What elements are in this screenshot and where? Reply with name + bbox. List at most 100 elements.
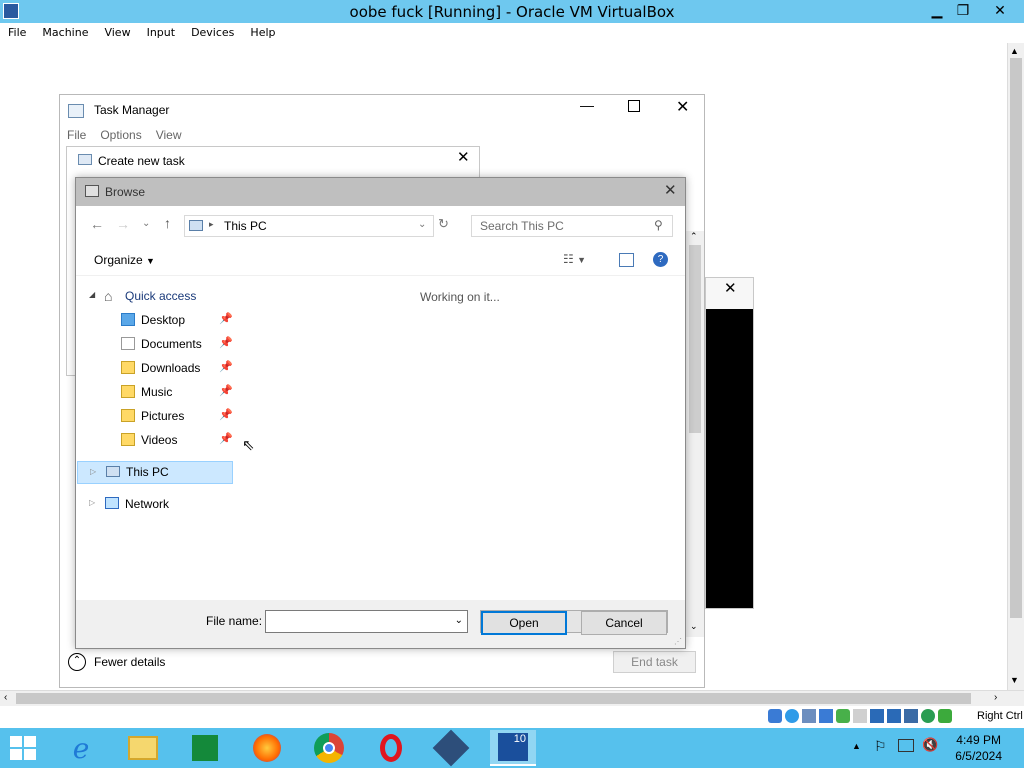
create-task-close-button[interactable]: ✕ xyxy=(457,148,470,166)
scroll-left-icon[interactable]: ‹ xyxy=(4,692,7,703)
up-arrow-icon[interactable]: ↑ xyxy=(164,215,171,231)
scroll-down-icon[interactable]: ▼ xyxy=(1010,675,1019,685)
browse-close-button[interactable]: ✕ xyxy=(664,181,677,199)
end-task-button[interactable]: End task xyxy=(613,651,696,673)
tm-scroll-up-icon[interactable]: ⌃ xyxy=(690,231,698,242)
fewer-details-link[interactable]: Fewer details xyxy=(94,655,165,669)
action-center-flag-icon[interactable]: ⚐ xyxy=(874,738,887,755)
chrome-taskbar-button[interactable] xyxy=(306,730,352,766)
virtualbox-vm-taskbar-button[interactable]: 10 xyxy=(490,730,536,766)
tm-menu-options[interactable]: Options xyxy=(100,128,141,142)
mouse-integration-icon[interactable] xyxy=(921,709,935,723)
internet-explorer-taskbar-button[interactable]: e xyxy=(58,730,104,766)
audio-icon[interactable] xyxy=(802,709,816,723)
opera-taskbar-button[interactable] xyxy=(368,730,414,766)
scroll-right-icon[interactable]: › xyxy=(994,692,997,703)
menu-help[interactable]: Help xyxy=(242,23,283,39)
search-input[interactable]: Search This PC ⚲ xyxy=(471,215,673,237)
clock-time: 4:49 PM xyxy=(956,733,1001,747)
store-taskbar-button[interactable] xyxy=(182,730,228,766)
pin-icon[interactable]: 📌 xyxy=(219,360,233,373)
tm-minimize-button[interactable]: — xyxy=(580,97,594,113)
preview-pane-icon[interactable] xyxy=(619,253,634,267)
tree-this-pc[interactable]: ▷ This PC xyxy=(77,461,233,484)
scroll-up-icon[interactable]: ▲ xyxy=(1010,46,1019,56)
address-dropdown-icon[interactable]: ⌄ xyxy=(418,219,426,230)
tm-scroll-down-icon[interactable]: ⌄ xyxy=(690,621,698,632)
network-status-icon[interactable] xyxy=(898,739,914,752)
pin-icon[interactable]: 📌 xyxy=(219,384,233,397)
file-explorer-taskbar-button[interactable] xyxy=(120,730,166,766)
pin-icon[interactable]: 📌 xyxy=(219,312,233,325)
help-icon[interactable]: ? xyxy=(653,252,668,267)
tm-close-button[interactable]: ✕ xyxy=(676,97,689,117)
tree-downloads[interactable]: Downloads xyxy=(141,358,200,378)
create-task-title: Create new task xyxy=(98,154,185,168)
open-button[interactable]: Open xyxy=(481,611,567,635)
vertical-scrollbar[interactable]: ▲ ▼ xyxy=(1007,43,1024,690)
tm-maximize-button[interactable] xyxy=(628,100,640,112)
restore-button[interactable]: ❐ xyxy=(946,0,980,22)
this-pc-label: This PC xyxy=(126,465,169,479)
organize-button[interactable]: Organize ▼ xyxy=(94,253,155,267)
menu-file[interactable]: File xyxy=(0,23,34,39)
virtualbox-taskbar-button[interactable] xyxy=(428,729,474,767)
search-icon[interactable]: ⚲ xyxy=(654,218,663,232)
menu-view[interactable]: View xyxy=(96,23,138,39)
menu-devices[interactable]: Devices xyxy=(183,23,242,39)
horizontal-scrollbar[interactable]: ‹ › xyxy=(0,690,1024,706)
address-text[interactable]: This PC xyxy=(224,219,267,233)
tm-menu-file[interactable]: File xyxy=(67,128,86,142)
quick-access-expanded-icon[interactable]: ◢ xyxy=(89,290,95,299)
vertical-scroll-thumb[interactable] xyxy=(1010,58,1022,618)
network-adapter-icon[interactable] xyxy=(819,709,833,723)
close-button[interactable]: ✕ xyxy=(976,0,1024,22)
pin-icon[interactable]: 📌 xyxy=(219,408,233,421)
chevron-up-icon[interactable]: ⌃ xyxy=(68,653,86,671)
pin-icon[interactable]: 📌 xyxy=(219,336,233,349)
file-name-input[interactable]: ⌄ xyxy=(265,610,468,633)
display-icon[interactable] xyxy=(870,709,884,723)
keyboard-icon[interactable] xyxy=(938,709,952,723)
forward-arrow-icon[interactable]: → xyxy=(116,216,130,232)
recent-locations-chevron-icon[interactable]: ⌄ xyxy=(142,218,150,229)
change-view-icon[interactable]: ☷ ▼ xyxy=(563,252,586,266)
show-hidden-icons-icon[interactable]: ▲ xyxy=(852,741,861,751)
cancel-button[interactable]: Cancel xyxy=(581,611,667,635)
refresh-icon[interactable]: ↻ xyxy=(438,216,458,238)
console-close-button[interactable]: ✕ xyxy=(724,279,737,297)
address-bar[interactable]: ▸ This PC ⌄ xyxy=(184,215,434,237)
start-button[interactable] xyxy=(0,730,46,766)
volume-muted-icon[interactable]: 🔇 xyxy=(922,737,938,753)
tree-quick-access[interactable]: Quick access xyxy=(125,286,196,306)
recording-icon[interactable] xyxy=(887,709,901,723)
firefox-taskbar-button[interactable] xyxy=(244,730,290,766)
network-collapsed-icon[interactable]: ▷ xyxy=(89,498,95,507)
tm-scrollbar[interactable]: ⌃ ⌄ xyxy=(686,231,704,637)
window-title: oobe fuck [Running] - Oracle VM VirtualB… xyxy=(349,3,675,21)
browse-dialog: Browse ✕ ← → ⌄ ↑ ▸ This PC ⌄ ↻ Search Th… xyxy=(75,177,686,649)
tree-pictures[interactable]: Pictures xyxy=(141,406,184,426)
tree-videos[interactable]: Videos xyxy=(141,430,177,450)
breadcrumb-chevron-icon[interactable]: ▸ xyxy=(209,219,214,230)
this-pc-collapsed-icon[interactable]: ▷ xyxy=(90,467,96,476)
tree-documents[interactable]: Documents xyxy=(141,334,202,354)
tm-menu-view[interactable]: View xyxy=(156,128,182,142)
resize-grip-icon[interactable]: ⋰ xyxy=(674,637,682,646)
menu-machine[interactable]: Machine xyxy=(34,23,96,39)
menu-input[interactable]: Input xyxy=(139,23,183,39)
tree-network[interactable]: Network xyxy=(125,494,169,514)
cpu-icon[interactable] xyxy=(904,709,918,723)
pin-icon[interactable]: 📌 xyxy=(219,432,233,445)
tree-desktop[interactable]: Desktop xyxy=(141,310,185,330)
tree-music[interactable]: Music xyxy=(141,382,172,402)
tm-scroll-thumb[interactable] xyxy=(689,245,701,433)
usb-icon[interactable] xyxy=(836,709,850,723)
disk-icon[interactable] xyxy=(768,709,782,723)
optical-drive-icon[interactable] xyxy=(785,709,799,723)
file-name-dropdown-icon[interactable]: ⌄ xyxy=(455,615,463,626)
clock[interactable]: 4:49 PM 6/5/2024 xyxy=(955,732,1002,764)
back-arrow-icon[interactable]: ← xyxy=(90,216,104,232)
shared-folder-icon[interactable] xyxy=(853,709,867,723)
horizontal-scroll-thumb[interactable] xyxy=(16,693,971,704)
